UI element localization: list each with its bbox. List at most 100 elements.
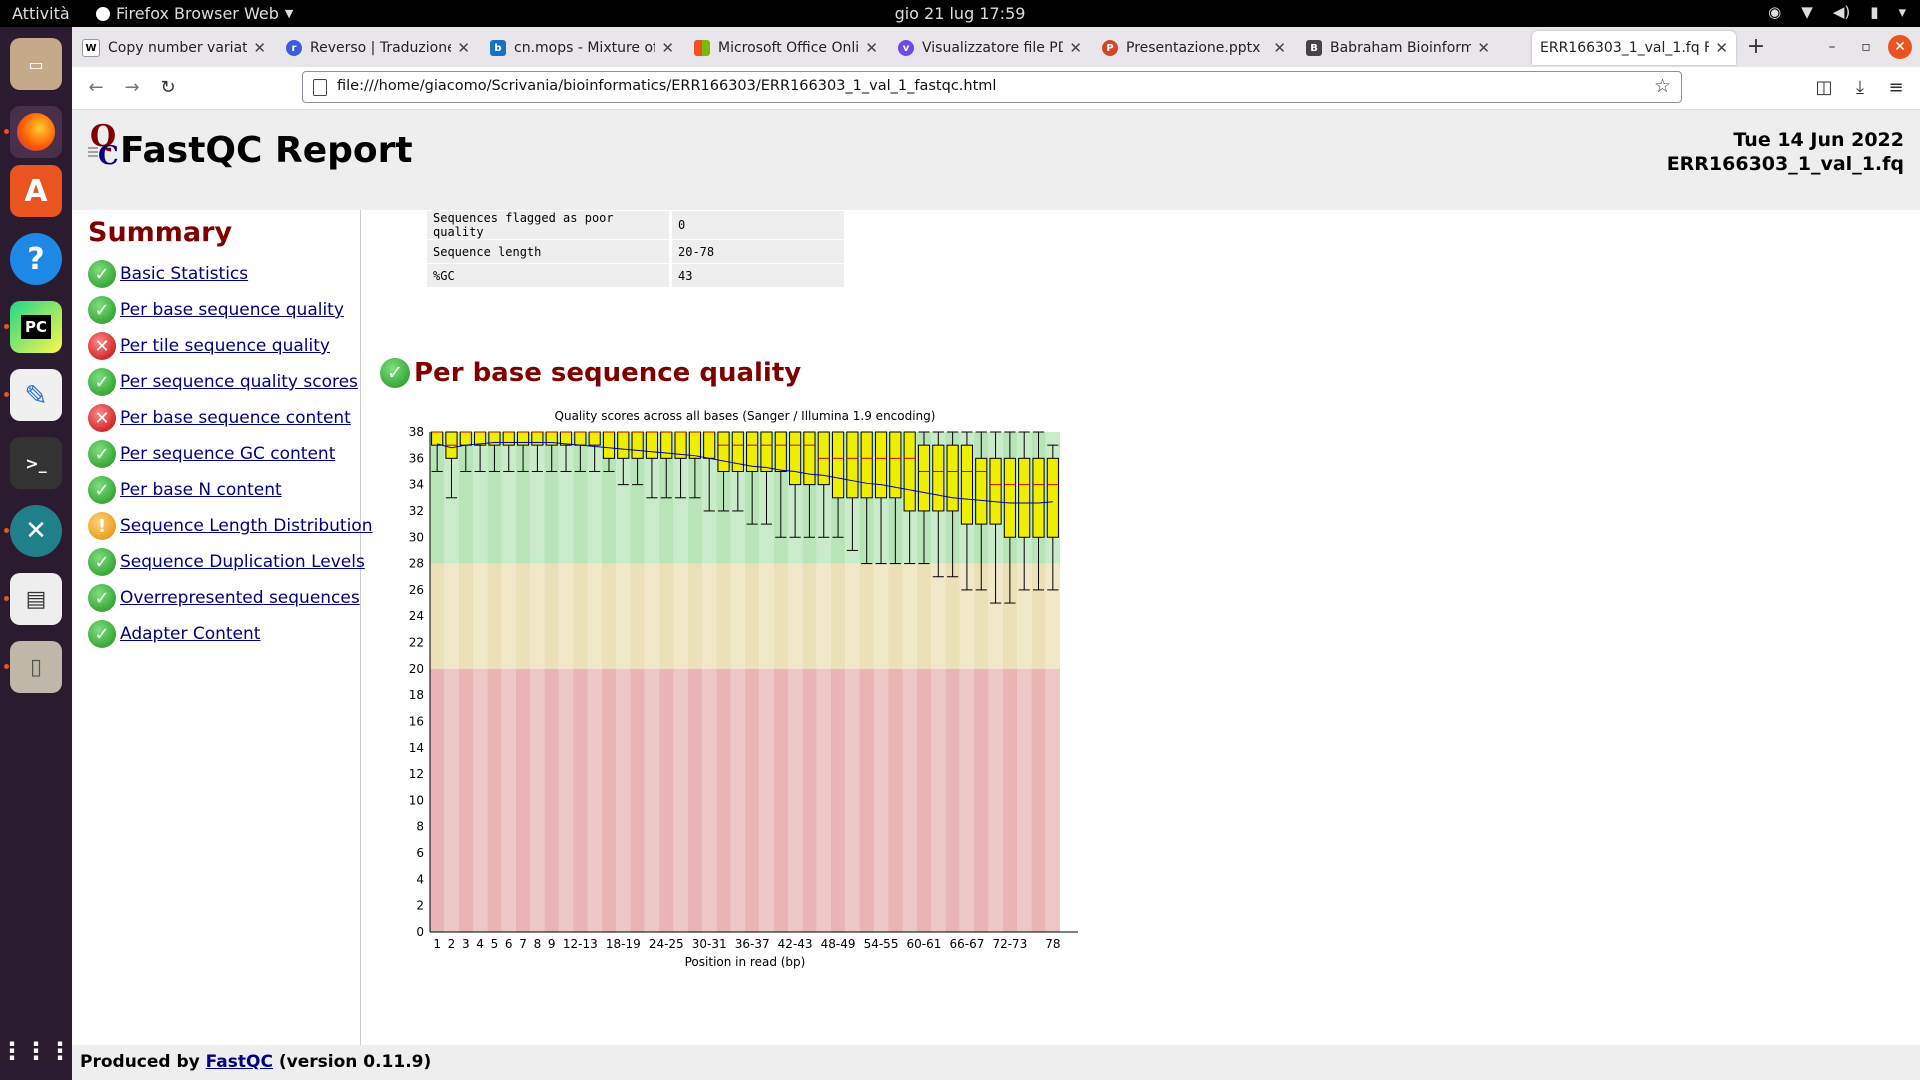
- terminal-icon[interactable]: >_: [10, 437, 62, 489]
- bookmark-star-icon[interactable]: ☆: [1654, 75, 1671, 97]
- report-footer: Produced by FastQC (version 0.11.9): [72, 1045, 1920, 1080]
- close-icon[interactable]: ✕: [661, 39, 674, 57]
- app-menu[interactable]: Firefox Browser Web ▼: [96, 4, 293, 23]
- running-indicator: [4, 528, 9, 533]
- close-icon[interactable]: ✕: [1477, 39, 1490, 57]
- tab-3[interactable]: Microsoft Office Onlin ✕: [686, 31, 886, 65]
- power-icon[interactable]: ▾: [1898, 3, 1906, 21]
- battery-icon[interactable]: ▮: [1870, 3, 1878, 21]
- tab-label: Microsoft Office Onlin: [718, 40, 860, 56]
- close-icon[interactable]: ✕: [865, 39, 878, 57]
- y-tick-label: 22: [409, 636, 424, 650]
- network-icon[interactable]: ▼: [1801, 3, 1813, 21]
- summary-item[interactable]: ! Sequence Length Distribution: [88, 512, 372, 540]
- document-viewer-icon[interactable]: ▤: [10, 573, 62, 625]
- summary-link[interactable]: Per tile sequence quality: [120, 336, 330, 356]
- forward-button[interactable]: →: [120, 76, 144, 100]
- box: [774, 431, 787, 472]
- help-icon[interactable]: ?: [10, 233, 62, 285]
- reload-button[interactable]: ↻: [156, 76, 180, 100]
- new-tab-button[interactable]: +: [1744, 35, 1768, 59]
- summary-item[interactable]: ✓ Adapter Content: [88, 620, 260, 648]
- summary-link[interactable]: Per sequence quality scores: [120, 372, 358, 392]
- fastqc-link[interactable]: FastQC: [206, 1052, 273, 1072]
- activities-button[interactable]: Attività: [12, 4, 70, 23]
- summary-item[interactable]: ✓ Per base sequence quality: [88, 296, 344, 324]
- window-close-button[interactable]: ✕: [1888, 35, 1912, 59]
- maximize-button[interactable]: ▫: [1854, 35, 1878, 59]
- summary-item[interactable]: ✓ Sequence Duplication Levels: [88, 548, 365, 576]
- close-icon[interactable]: ✕: [1273, 39, 1286, 57]
- wikipedia-icon: W: [82, 39, 100, 57]
- summary-item[interactable]: ✓ Per sequence GC content: [88, 440, 335, 468]
- back-button[interactable]: ←: [84, 76, 108, 100]
- archive-icon[interactable]: ▯: [10, 641, 62, 693]
- pycharm-icon[interactable]: PC: [10, 301, 62, 353]
- summary-link[interactable]: Sequence Length Distribution: [120, 516, 372, 536]
- volume-icon[interactable]: ◀): [1833, 3, 1850, 21]
- firefox-icon[interactable]: [10, 106, 62, 158]
- summary-item[interactable]: ✓ Overrepresented sequences: [88, 584, 360, 612]
- report-header: Q C FastQC Report Tue 14 Jun 2022 ERR166…: [72, 110, 1920, 210]
- app-center-icon[interactable]: A: [10, 165, 62, 217]
- tab-label: cn.mops - Mixture of P: [514, 40, 656, 56]
- warn-icon: !: [88, 512, 116, 540]
- summary-link[interactable]: Per base sequence content: [120, 408, 351, 428]
- stat-key: Sequences flagged as poor quality: [427, 211, 669, 239]
- quality-zone-band: [830, 563, 846, 669]
- tab-5[interactable]: P Presentazione.pptx ✕: [1094, 31, 1294, 65]
- summary-link[interactable]: Sequence Duplication Levels: [120, 552, 365, 572]
- tab-0[interactable]: W Copy number variation ✕: [74, 31, 274, 65]
- box: [703, 431, 716, 459]
- summary-link[interactable]: Basic Statistics: [120, 264, 248, 284]
- summary-link[interactable]: Per sequence GC content: [120, 444, 335, 464]
- clock[interactable]: gio 21 lug 17:59: [895, 4, 1026, 23]
- files-icon[interactable]: ▭: [10, 38, 62, 90]
- quality-zone-band: [959, 668, 975, 932]
- show-apps-icon[interactable]: ⋮⋮⋮: [0, 1025, 72, 1077]
- y-tick-label: 30: [409, 530, 424, 544]
- menu-icon[interactable]: ≡: [1884, 76, 1908, 100]
- quality-zone-band: [945, 668, 960, 932]
- remote-desktop-icon[interactable]: ✕: [10, 505, 62, 557]
- summary-item[interactable]: ✓ Per base N content: [88, 476, 282, 504]
- summary-item[interactable]: ✕ Per tile sequence quality: [88, 332, 330, 360]
- stat-key: %GC: [427, 264, 669, 287]
- quality-zone-band: [687, 563, 703, 669]
- summary-link[interactable]: Adapter Content: [120, 624, 260, 644]
- microsoft-icon: [694, 40, 710, 56]
- url-text[interactable]: file:///home/giacomo/Scrivania/bioinform…: [337, 78, 996, 94]
- tab-6[interactable]: B Babraham Bioinformat ✕: [1298, 31, 1498, 65]
- update-icon[interactable]: ◉: [1768, 3, 1781, 21]
- summary-item[interactable]: ✕ Per base sequence content: [88, 404, 351, 432]
- pdf-viewer-icon: v: [898, 40, 914, 56]
- close-icon[interactable]: ✕: [457, 39, 470, 57]
- system-top-bar: Attività Firefox Browser Web ▼ gio 21 lu…: [0, 0, 1920, 27]
- box: [1003, 457, 1016, 538]
- quality-zone-band: [802, 563, 817, 669]
- url-bar[interactable]: file:///home/giacomo/Scrivania/bioinform…: [302, 71, 1682, 103]
- pocket-icon[interactable]: ◫: [1812, 76, 1836, 100]
- summary-link[interactable]: Per base sequence quality: [120, 300, 344, 320]
- close-icon[interactable]: ✕: [253, 39, 266, 57]
- system-tray[interactable]: ◉ ▼ ◀) ▮ ▾: [1768, 3, 1906, 21]
- close-icon[interactable]: ✕: [1715, 39, 1728, 57]
- text-editor-icon[interactable]: ✎: [10, 369, 62, 421]
- tab-7-active[interactable]: ERR166303_1_val_1.fq Fa ✕: [1532, 31, 1736, 65]
- x-tick-label: 30-31: [692, 937, 727, 951]
- quality-zone-band: [1002, 668, 1018, 932]
- tab-4[interactable]: v Visualizzatore file PDF ✕: [890, 31, 1090, 65]
- pass-icon: ✓: [380, 358, 410, 388]
- summary-item[interactable]: ✓ Per sequence quality scores: [88, 368, 358, 396]
- tab-1[interactable]: r Reverso | Traduzione e ✕: [278, 31, 478, 65]
- x-tick-label: 48-49: [821, 937, 856, 951]
- summary-item[interactable]: ✓ Basic Statistics: [88, 260, 248, 288]
- close-icon[interactable]: ✕: [1069, 39, 1082, 57]
- quality-zone-band: [616, 563, 631, 669]
- minimize-button[interactable]: –: [1820, 35, 1844, 59]
- summary-link[interactable]: Overrepresented sequences: [120, 588, 360, 608]
- tab-2[interactable]: b cn.mops - Mixture of P ✕: [482, 31, 682, 65]
- quality-zone-band: [830, 668, 846, 932]
- downloads-icon[interactable]: ⤓: [1848, 76, 1872, 100]
- summary-link[interactable]: Per base N content: [120, 480, 282, 500]
